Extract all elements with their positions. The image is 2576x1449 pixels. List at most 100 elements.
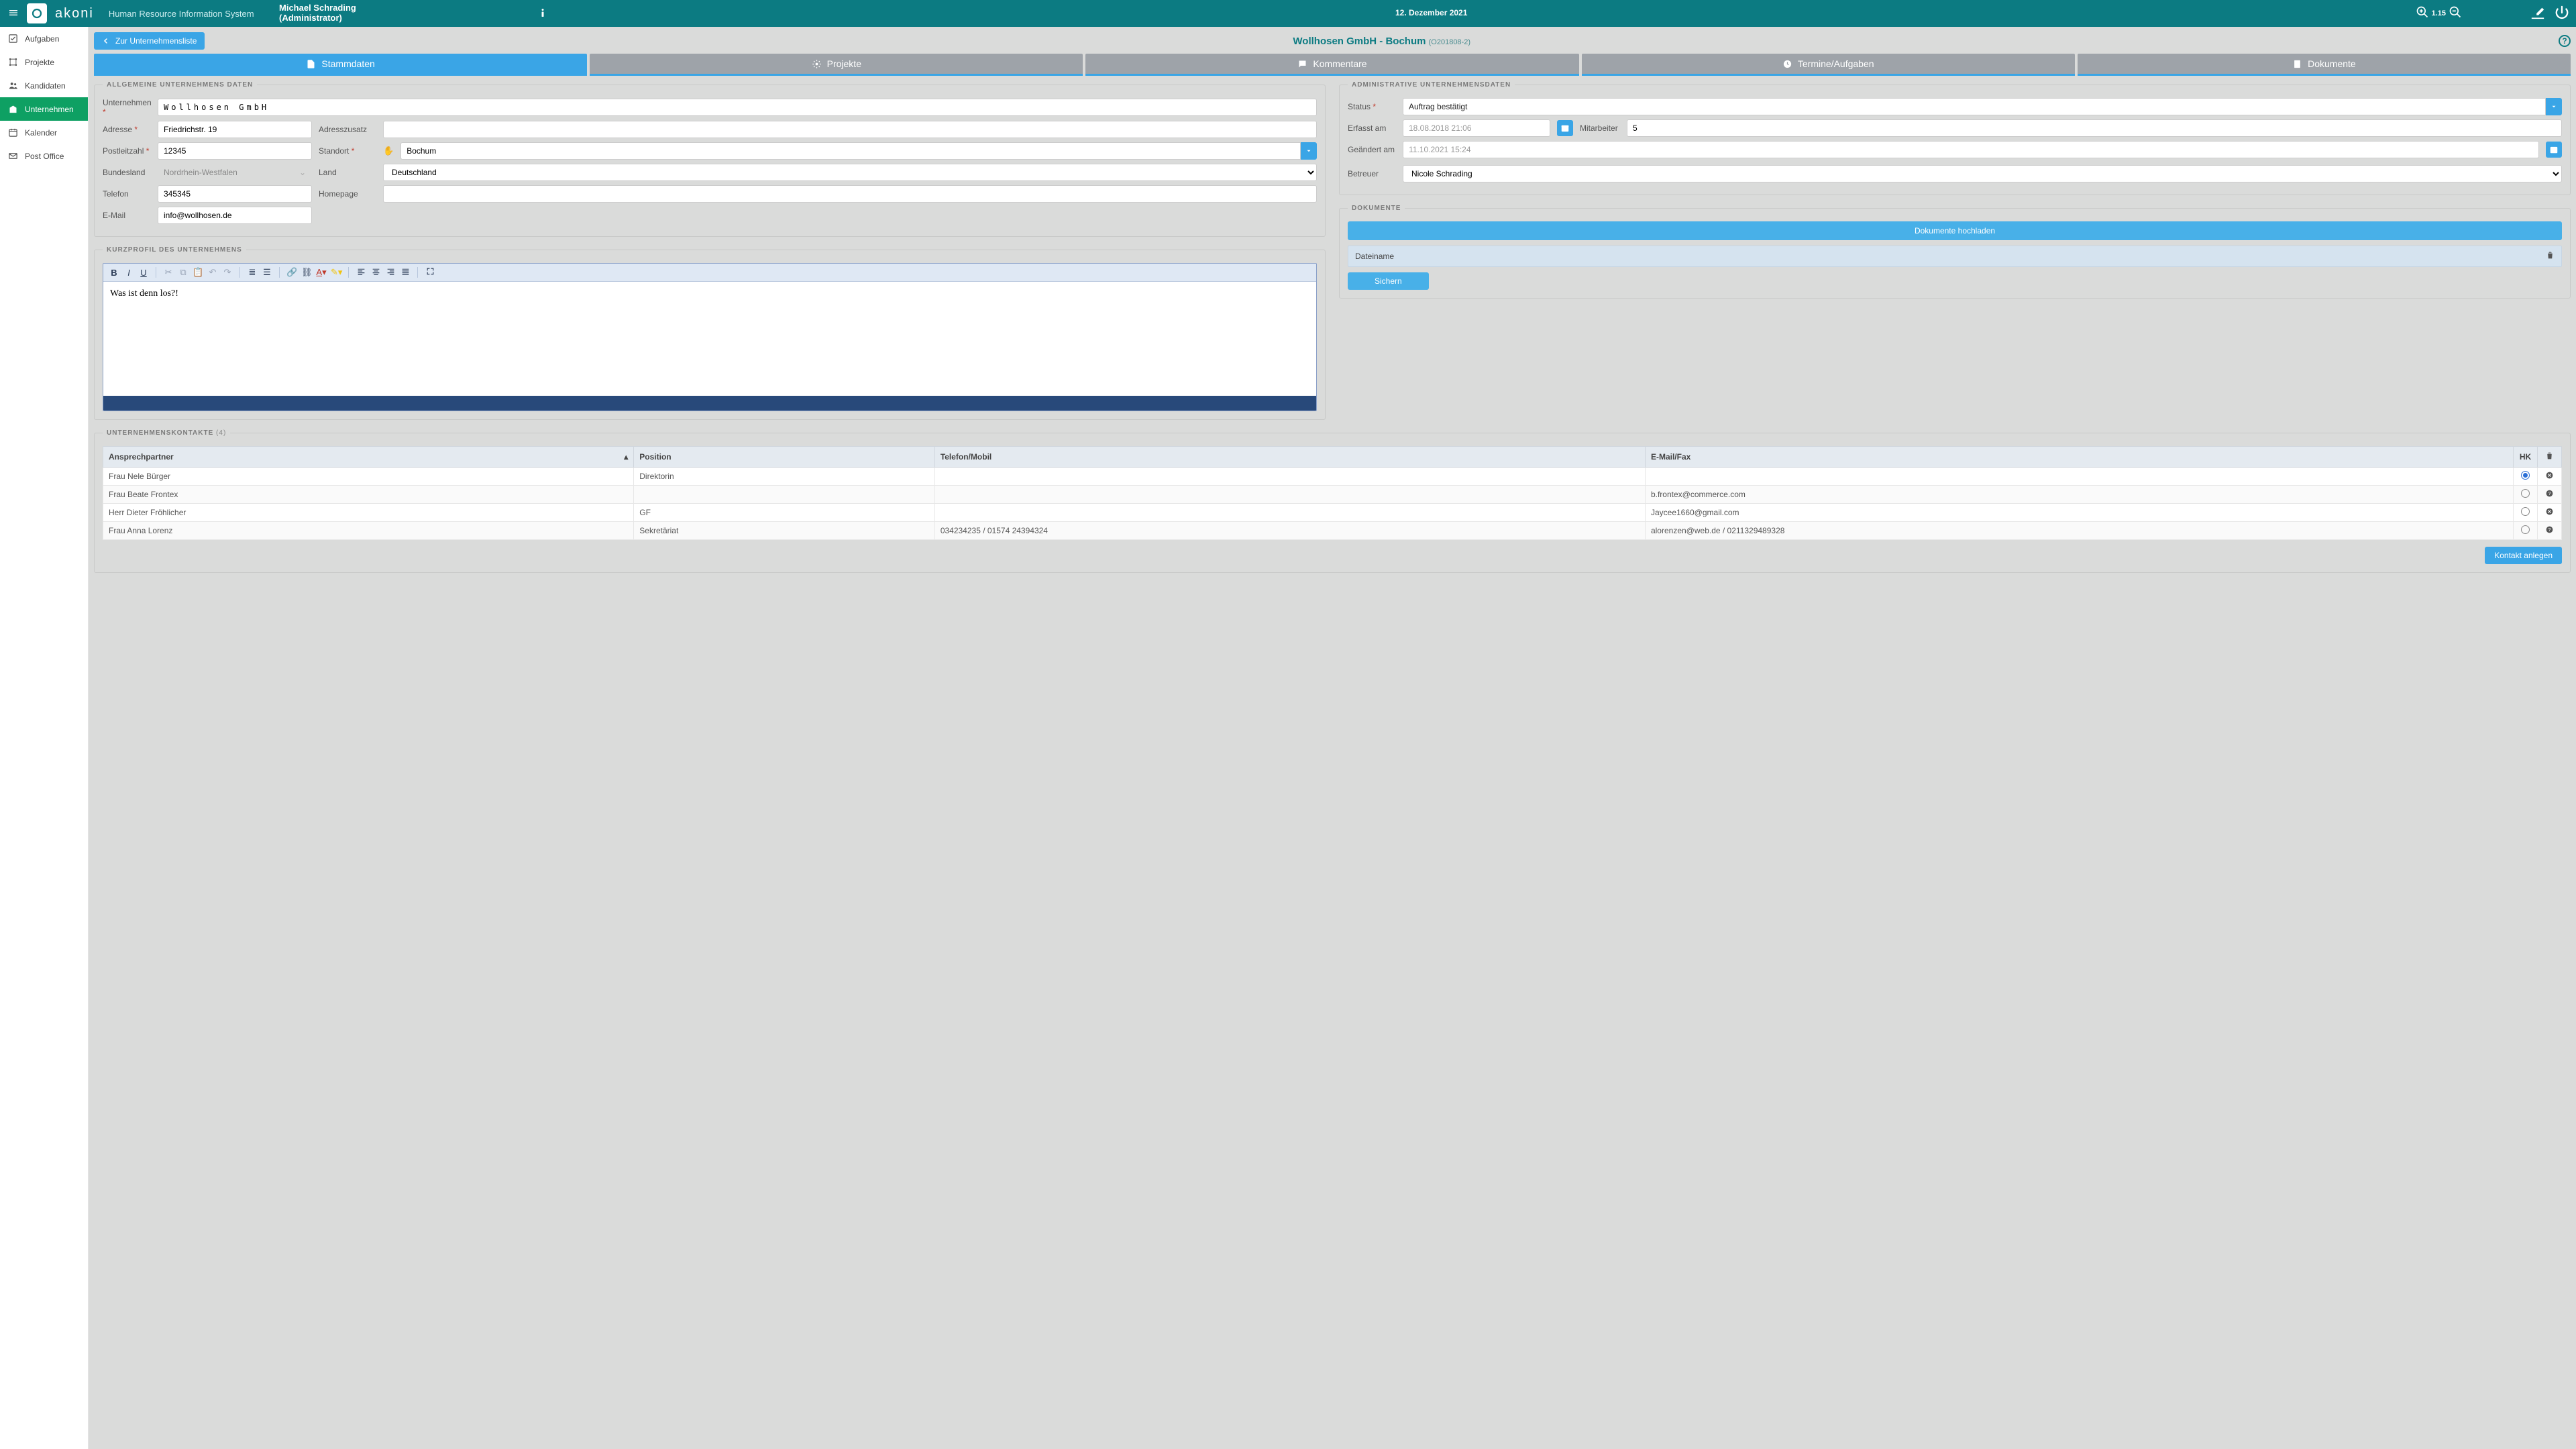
ul-icon[interactable]: ☰ [262, 267, 272, 278]
table-row[interactable]: Frau Beate Frontexb.frontex@commerce.com… [103, 486, 2562, 504]
status-dropdown-icon[interactable] [2546, 98, 2562, 115]
paste-icon[interactable]: 📋 [193, 267, 203, 278]
trash-icon[interactable] [2545, 453, 2554, 462]
phone-input[interactable] [158, 185, 312, 203]
menu-icon[interactable] [5, 7, 21, 20]
rte-footer [103, 396, 1316, 411]
help-icon[interactable]: ? [2559, 35, 2571, 47]
doc-col-filename: Dateiname [1355, 252, 1394, 261]
cell-email: b.frontex@commerce.com [1645, 486, 2513, 504]
sidebar-item-unternehmen[interactable]: Unternehmen [0, 97, 88, 121]
table-row[interactable]: Herr Dieter FröhlicherGFJaycee1660@gmail… [103, 504, 2562, 522]
zoom-out-icon[interactable] [2449, 5, 2462, 21]
sidebar-item-label: Aufgaben [25, 34, 59, 44]
section-general: ALLGEMEINE UNTERNEHMENS DATEN Unternehme… [94, 81, 1326, 237]
info-icon[interactable]: ? [2545, 490, 2554, 500]
page-title-code: (O201808-2) [1429, 38, 1470, 46]
sidebar-item-postoffice[interactable]: Post Office [0, 144, 88, 168]
back-to-list-button[interactable]: Zur Unternehmensliste [94, 32, 205, 50]
cell-position: GF [634, 504, 935, 522]
delete-icon[interactable] [2545, 508, 2554, 518]
rte-content[interactable]: Was ist denn los?! [103, 282, 1316, 396]
fullscreen-icon[interactable] [425, 267, 435, 278]
copy-icon[interactable]: ⧉ [178, 267, 189, 278]
status-input[interactable] [1403, 98, 2546, 115]
tab-termine[interactable]: Termine/Aufgaben [1582, 54, 2075, 76]
save-button[interactable]: Sichern [1348, 272, 1429, 290]
street-input[interactable] [158, 121, 312, 138]
cell-phone [934, 468, 1645, 486]
sort-asc-icon[interactable]: ▴ [624, 452, 628, 462]
homepage-input[interactable] [383, 185, 1317, 203]
ol-icon[interactable]: ≣ [247, 267, 258, 278]
table-row[interactable]: Frau Anna LorenzSekretäriat034234235 / 0… [103, 522, 2562, 540]
bold-icon[interactable]: B [109, 268, 119, 278]
sidebar-item-projekte[interactable]: Projekte [0, 50, 88, 74]
unlink-icon[interactable]: ⛓ [301, 267, 312, 278]
zoom-in-icon[interactable] [2416, 5, 2429, 21]
new-contact-button[interactable]: Kontakt anlegen [2485, 547, 2562, 564]
addr2-input[interactable] [383, 121, 1317, 138]
hk-radio[interactable] [2521, 507, 2530, 516]
align-left-icon[interactable] [356, 267, 366, 278]
hk-radio[interactable] [2521, 525, 2530, 534]
tab-dokumente[interactable]: Dokumente [2078, 54, 2571, 76]
tab-projekte[interactable]: Projekte [590, 54, 1083, 76]
calendar-icon[interactable] [1557, 120, 1573, 136]
company-name-input[interactable] [158, 99, 1317, 116]
redo-icon[interactable]: ↷ [222, 267, 233, 278]
col-email[interactable]: E-Mail/Fax [1645, 447, 2513, 468]
employees-input[interactable] [1627, 119, 2562, 137]
undo-icon[interactable]: ↶ [207, 267, 218, 278]
cut-icon[interactable]: ✂ [163, 267, 174, 278]
highlight-icon[interactable]: ✎▾ [331, 267, 341, 278]
align-justify-icon[interactable] [400, 267, 411, 278]
sidebar-item-kalender[interactable]: Kalender [0, 121, 88, 144]
map-pin-icon[interactable]: ✋ [383, 146, 394, 156]
align-right-icon[interactable] [385, 267, 396, 278]
tab-stammdaten[interactable]: Stammdaten [94, 54, 587, 76]
rich-text-editor: B I U ✂ ⧉ 📋 ↶ ↷ [103, 263, 1317, 411]
trash-icon[interactable] [2546, 251, 2555, 262]
sidebar-item-label: Unternehmen [25, 105, 74, 114]
sidebar-item-label: Post Office [25, 152, 64, 161]
label-erfasst: Erfasst am [1348, 123, 1396, 133]
country-select[interactable]: Deutschland [383, 164, 1317, 181]
info-icon[interactable] [537, 7, 549, 21]
settings-icon[interactable] [2530, 5, 2545, 22]
user-name: Michael Schrading [279, 3, 356, 13]
power-icon[interactable] [2555, 5, 2569, 22]
label-mitarbeiter: Mitarbeiter [1580, 123, 1620, 133]
col-partner[interactable]: Ansprechpartner ▴ [103, 447, 634, 468]
delete-icon[interactable] [2545, 472, 2554, 482]
align-center-icon[interactable] [370, 267, 381, 278]
col-hk[interactable]: HK [2514, 447, 2538, 468]
col-position[interactable]: Position [634, 447, 935, 468]
label-standort: Standort [319, 146, 376, 156]
city-dropdown-icon[interactable] [1301, 142, 1317, 160]
cell-position: Sekretäriat [634, 522, 935, 540]
col-phone[interactable]: Telefon/Mobil [934, 447, 1645, 468]
hk-radio[interactable] [2521, 471, 2530, 480]
city-input[interactable] [400, 142, 1301, 160]
table-row[interactable]: Frau Nele BürgerDirektorin [103, 468, 2562, 486]
font-color-icon[interactable]: A▾ [316, 267, 327, 278]
hk-radio[interactable] [2521, 489, 2530, 498]
calendar-icon[interactable] [2546, 142, 2562, 158]
email-input[interactable] [158, 207, 312, 224]
chevron-down-icon[interactable]: ⌄ [299, 168, 306, 177]
sidebar-item-kandidaten[interactable]: Kandidaten [0, 74, 88, 97]
owner-select[interactable]: Nicole Schrading [1403, 165, 2562, 182]
upload-button[interactable]: Dokumente hochladen [1348, 221, 2562, 240]
label-plz: Postleitzahl [103, 146, 151, 156]
info-icon[interactable]: ? [2545, 527, 2554, 536]
label-land: Land [319, 168, 376, 177]
sidebar-item-aufgaben[interactable]: Aufgaben [0, 27, 88, 50]
tab-kommentare[interactable]: Kommentare [1085, 54, 1578, 76]
col-actions [2538, 447, 2562, 468]
italic-icon[interactable]: I [123, 268, 134, 278]
tab-bar: Stammdaten Projekte Kommentare Termine/A… [94, 54, 2571, 76]
link-icon[interactable]: 🔗 [286, 267, 297, 278]
zip-input[interactable] [158, 142, 312, 160]
underline-icon[interactable]: U [138, 268, 149, 278]
